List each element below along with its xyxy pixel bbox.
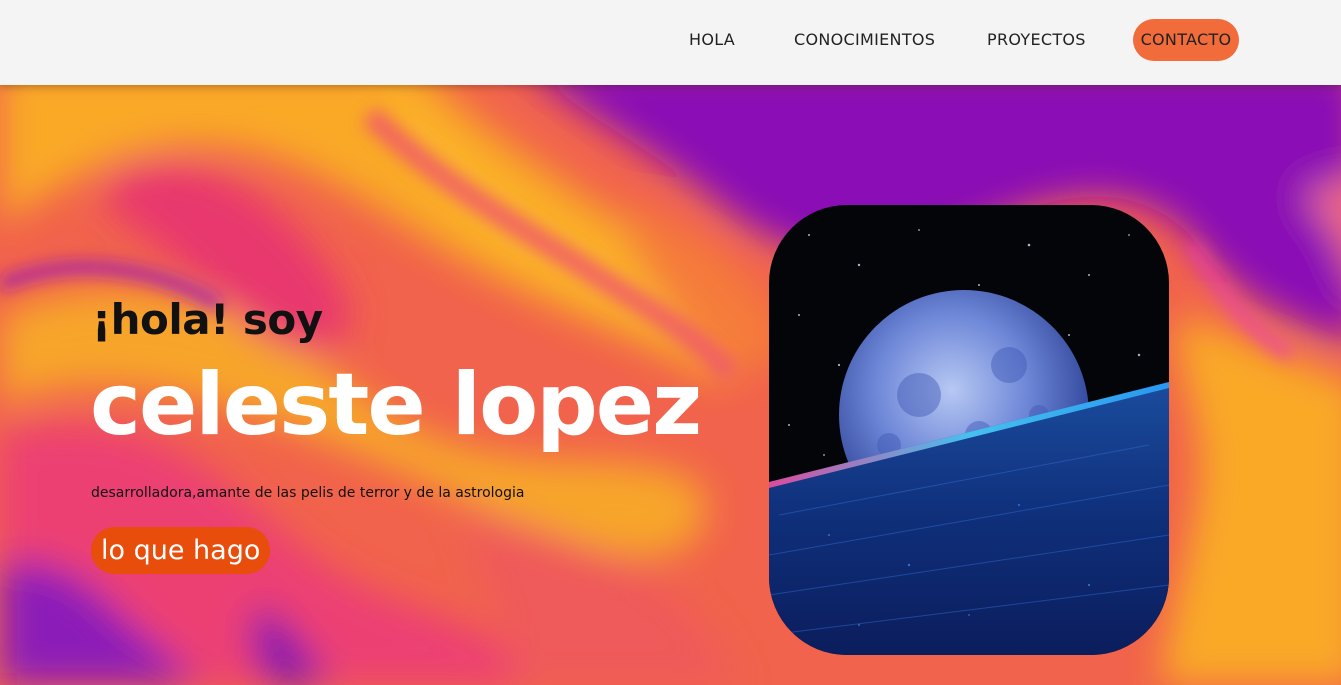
moon-ocean-image	[769, 205, 1169, 655]
top-navigation-bar: HOLA CONOCIMIENTOS PROYECTOS CONTACTO	[0, 0, 1341, 85]
nav-link-conocimientos[interactable]: CONOCIMIENTOS	[794, 19, 935, 61]
hero-greeting: ¡hola! soy	[92, 295, 323, 344]
hero-tagline: desarrolladora,amante de las pelis de te…	[91, 485, 525, 501]
hero-section: ¡hola! soy celeste lopez desarrolladora,…	[0, 85, 1341, 685]
nav-link-proyectos[interactable]: PROYECTOS	[987, 19, 1086, 61]
page: HOLA CONOCIMIENTOS PROYECTOS CONTACTO ¡h…	[0, 0, 1341, 685]
moon-ocean-illustration	[769, 205, 1169, 655]
nav-contact-button[interactable]: CONTACTO	[1133, 19, 1239, 61]
hero-name: celeste lopez	[90, 355, 702, 455]
nav-link-hola[interactable]: HOLA	[689, 19, 735, 61]
what-i-do-button[interactable]: lo que hago	[91, 527, 271, 574]
